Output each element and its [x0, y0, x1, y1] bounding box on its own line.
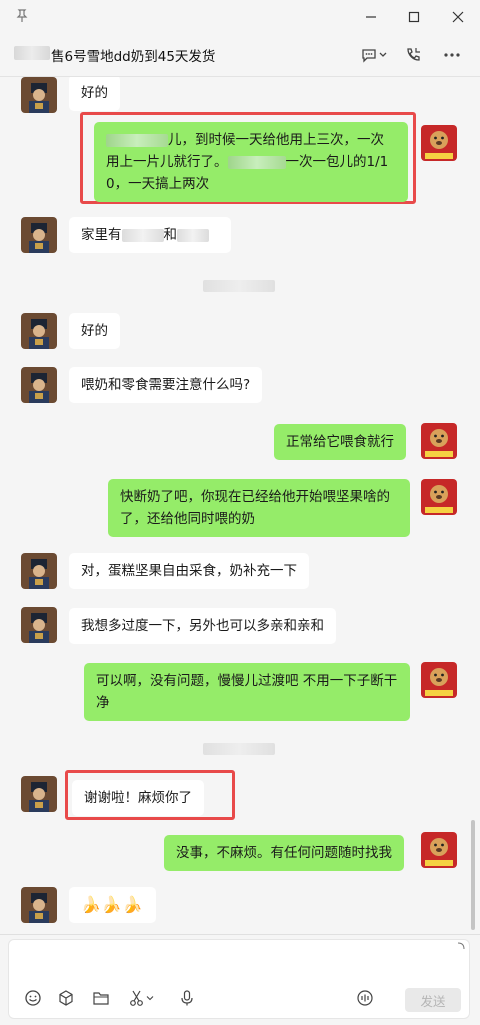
avatar[interactable] — [21, 887, 57, 923]
blurred-text — [121, 228, 164, 242]
screenshot-button[interactable] — [127, 988, 155, 1008]
self-avatar-image — [421, 479, 457, 515]
chevron-down-icon — [379, 52, 387, 57]
emoji-button[interactable] — [23, 988, 43, 1008]
message-bubble[interactable]: 喂奶和零食需要注意什么吗? — [69, 367, 263, 403]
message-bubble[interactable]: 好的 — [69, 77, 120, 111]
avatar[interactable] — [21, 607, 57, 643]
minimize-button[interactable] — [360, 6, 382, 28]
send-button[interactable]: 发送 — [405, 988, 461, 1012]
resize-corner-icon[interactable] — [457, 942, 465, 950]
self-avatar[interactable] — [421, 125, 457, 161]
avatar[interactable] — [21, 553, 57, 589]
chevron-down-icon — [146, 996, 154, 1001]
blurred-text — [106, 133, 168, 147]
avatar[interactable] — [21, 776, 57, 812]
contact-avatar-image — [21, 313, 57, 349]
message-bubble[interactable]: 我想多过度一下，另外也可以多亲和亲和 — [69, 608, 336, 644]
message-list[interactable]: 好的 儿，到时候一天给他用上三次，一次用上一片儿就行了。 一次一包儿的1/10，一… — [0, 77, 480, 934]
avatar[interactable] — [21, 313, 57, 349]
maximize-button[interactable] — [403, 6, 425, 28]
message-bubble[interactable]: 谢谢啦！麻烦你了 — [72, 780, 204, 816]
message-bubble[interactable]: 快断奶了吧，你现在已经给他开始喂坚果啥的了，还给他同时喂的奶 — [108, 479, 410, 537]
self-avatar-image — [421, 662, 457, 698]
self-avatar[interactable] — [421, 832, 457, 868]
scrollbar[interactable] — [471, 820, 475, 930]
contact-avatar-image — [21, 77, 57, 113]
message-bubble[interactable]: 儿，到时候一天给他用上三次，一次用上一片儿就行了。 一次一包儿的1/10，一天搞上… — [94, 122, 408, 202]
avatar[interactable] — [21, 367, 57, 403]
chat-title: 售6号雪地dd奶到45天发货 — [51, 49, 216, 65]
contact-avatar-image — [21, 607, 57, 643]
blurred-text — [227, 155, 286, 169]
message-bubble[interactable]: 可以啊，没有问题，慢慢儿过渡吧 不用一下子断干净 — [84, 663, 410, 721]
scissors-icon — [130, 990, 143, 1006]
phone-icon — [407, 48, 420, 61]
chat-bubble-icon — [362, 49, 376, 63]
cube-icon — [59, 990, 73, 1006]
self-avatar-image — [421, 125, 457, 161]
pin-icon[interactable] — [14, 8, 30, 24]
minimize-icon — [366, 16, 376, 18]
message-bubble[interactable]: 好的 — [69, 313, 120, 349]
message-bubble[interactable]: 正常给它喂食就行 — [274, 424, 406, 460]
timestamp-blurred — [203, 280, 275, 292]
call-button[interactable] — [402, 44, 424, 66]
emoji-icon — [25, 990, 41, 1006]
self-avatar[interactable] — [421, 479, 457, 515]
contact-avatar-image — [21, 217, 57, 253]
more-button[interactable] — [440, 44, 464, 66]
timestamp-blurred — [203, 743, 275, 755]
self-avatar-image — [421, 423, 457, 459]
input-area: 发送 — [0, 934, 480, 1025]
voice-input-button[interactable] — [355, 988, 375, 1008]
voice-button[interactable] — [177, 988, 197, 1008]
chat-header: 售6号雪地dd奶到45天发货 — [0, 34, 480, 77]
microphone-icon — [181, 990, 193, 1006]
message-text-part: 家里有 — [81, 227, 122, 243]
more-icon — [444, 53, 460, 57]
self-avatar-image — [421, 832, 457, 868]
folder-icon — [93, 992, 109, 1005]
message-bubble[interactable]: 🍌🍌🍌 — [69, 887, 156, 923]
favorites-button[interactable] — [56, 988, 76, 1008]
file-button[interactable] — [91, 988, 111, 1008]
close-button[interactable] — [447, 6, 469, 28]
contact-avatar-image — [21, 367, 57, 403]
blurred-text — [177, 228, 209, 242]
contact-avatar-image — [21, 776, 57, 812]
message-text-part: 和 — [163, 227, 178, 243]
message-bubble[interactable]: 对，蛋糕坚果自由采食，奶补充一下 — [69, 553, 309, 589]
message-input[interactable]: 发送 — [8, 939, 470, 1019]
maximize-icon — [408, 11, 420, 23]
self-avatar[interactable] — [421, 423, 457, 459]
voice-input-icon — [357, 990, 373, 1006]
message-bubble[interactable]: 家里有 和 — [69, 217, 231, 253]
self-avatar[interactable] — [421, 662, 457, 698]
contact-avatar-image — [21, 887, 57, 923]
close-icon — [452, 11, 464, 23]
message-bubble[interactable]: 没事，不麻烦。有任何问题随时找我 — [164, 835, 404, 871]
avatar[interactable] — [21, 217, 57, 253]
avatar[interactable] — [21, 77, 57, 113]
contact-avatar-image — [21, 553, 57, 589]
chat-options-button[interactable] — [356, 44, 392, 66]
title-bar — [0, 0, 480, 34]
blurred-name — [14, 46, 50, 60]
